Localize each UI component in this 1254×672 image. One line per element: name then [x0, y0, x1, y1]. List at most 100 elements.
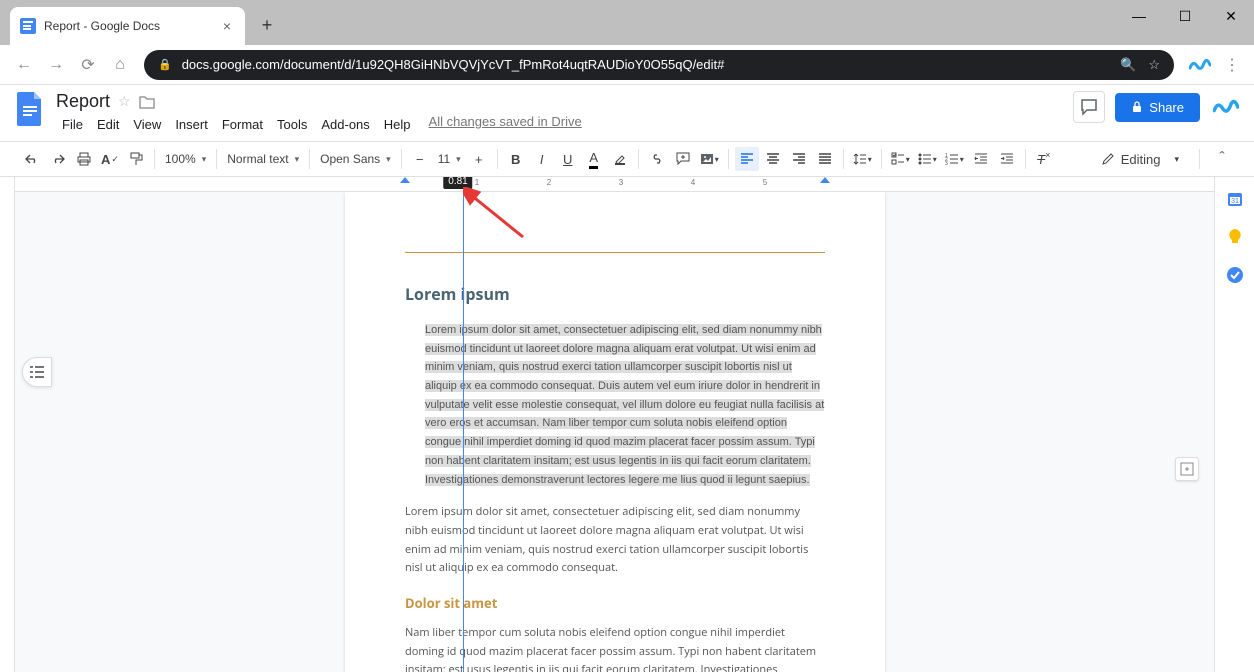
zoom-select[interactable]: 100% — [161, 152, 210, 166]
bold-button[interactable]: B — [504, 147, 528, 171]
paragraph-3[interactable]: Nam liber tempor cum soluta nobis eleife… — [405, 624, 825, 672]
text-color-button[interactable]: A — [582, 147, 606, 171]
explore-button[interactable] — [1175, 457, 1199, 481]
keep-icon[interactable] — [1225, 227, 1245, 247]
bulleted-list-button[interactable]: ▾ — [915, 147, 940, 171]
comments-button[interactable] — [1073, 91, 1105, 123]
tab-close-icon[interactable]: × — [219, 18, 235, 34]
italic-button[interactable]: I — [530, 147, 554, 171]
url-bar[interactable]: 🔒 docs.google.com/document/d/1u92QH8GiHN… — [144, 50, 1174, 80]
menu-addons[interactable]: Add-ons — [315, 114, 375, 135]
star-icon[interactable]: ☆ — [118, 93, 131, 110]
line-spacing-button[interactable]: ▾ — [850, 147, 875, 171]
home-button[interactable]: ⌂ — [104, 49, 136, 81]
horizontal-ruler[interactable]: 1 2 3 4 5 0.81 — [15, 177, 1214, 192]
spellcheck-button[interactable]: A✓ — [98, 147, 122, 171]
browser-tab[interactable]: Report - Google Docs × — [10, 7, 245, 45]
right-indent-marker[interactable] — [820, 177, 830, 183]
minimize-button[interactable]: — — [1116, 0, 1162, 32]
paragraph-1[interactable]: Lorem ipsum dolor sit amet, consectetuer… — [405, 321, 825, 489]
menu-view[interactable]: View — [127, 114, 167, 135]
menu-help[interactable]: Help — [378, 114, 417, 135]
print-button[interactable] — [72, 147, 96, 171]
menu-insert[interactable]: Insert — [169, 114, 214, 135]
menu-edit[interactable]: Edit — [91, 114, 125, 135]
heading-lorem-ipsum[interactable]: Lorem ipsum — [405, 283, 825, 305]
style-select[interactable]: Normal text — [223, 152, 303, 166]
tab-title: Report - Google Docs — [44, 19, 219, 33]
url-text: docs.google.com/document/d/1u92QH8GiHNbV… — [182, 57, 725, 72]
paragraph-2[interactable]: Lorem ipsum dolor sit amet, consectetuer… — [405, 503, 825, 578]
font-select[interactable]: Open Sans — [316, 152, 395, 166]
indent-guide-line — [463, 192, 464, 672]
menubar: File Edit View Insert Format Tools Add-o… — [56, 114, 582, 135]
pencil-icon — [1101, 152, 1115, 166]
share-label: Share — [1149, 100, 1184, 115]
font-size-select[interactable]: 11 — [434, 152, 465, 166]
paint-format-button[interactable] — [124, 147, 148, 171]
decrease-indent-button[interactable] — [969, 147, 993, 171]
browser-menu-icon[interactable]: ⋮ — [1218, 51, 1246, 79]
document-title[interactable]: Report — [56, 91, 110, 112]
close-window-button[interactable]: ✕ — [1208, 0, 1254, 32]
ruler-mark-2: 2 — [547, 178, 551, 187]
share-button[interactable]: Share — [1115, 93, 1200, 122]
insert-link-button[interactable] — [645, 147, 669, 171]
zoom-icon[interactable]: 🔍 — [1120, 57, 1136, 73]
menu-file[interactable]: File — [56, 114, 89, 135]
docs-header: Report ☆ File Edit View Insert Format To… — [0, 85, 1254, 141]
account-avatar[interactable] — [1210, 91, 1242, 123]
docs-logo-icon[interactable] — [12, 91, 48, 127]
undo-button[interactable] — [20, 147, 44, 171]
svg-text:3: 3 — [945, 161, 948, 166]
clear-formatting-button[interactable]: T× — [1032, 147, 1056, 171]
selected-text: Lorem ipsum dolor sit amet, consectetuer… — [425, 324, 824, 486]
document-page[interactable]: Lorem ipsum Lorem ipsum dolor sit amet, … — [345, 192, 885, 672]
back-button[interactable]: ← — [8, 49, 40, 81]
align-left-button[interactable] — [735, 147, 759, 171]
editing-mode-select[interactable]: Editing ▾ — [1091, 148, 1189, 171]
underline-button[interactable]: U — [556, 147, 580, 171]
font-size-increase[interactable]: + — [467, 147, 491, 171]
outline-toggle-button[interactable] — [22, 357, 52, 387]
maximize-button[interactable]: ☐ — [1162, 0, 1208, 32]
svg-text:31: 31 — [1231, 198, 1239, 205]
align-right-button[interactable] — [787, 147, 811, 171]
tasks-icon[interactable] — [1225, 265, 1245, 285]
docs-favicon — [20, 18, 36, 34]
heading-dolor-sit-amet[interactable]: Dolor sit amet — [405, 594, 825, 612]
ruler-mark-3: 3 — [619, 178, 623, 187]
side-panel: 31 — [1214, 177, 1254, 672]
menu-tools[interactable]: Tools — [271, 114, 313, 135]
move-folder-icon[interactable] — [139, 95, 155, 109]
align-justify-button[interactable] — [813, 147, 837, 171]
new-tab-button[interactable]: + — [253, 11, 281, 39]
save-status[interactable]: All changes saved in Drive — [429, 114, 582, 135]
menu-format[interactable]: Format — [216, 114, 269, 135]
horizontal-rule — [405, 252, 825, 253]
redo-button[interactable] — [46, 147, 70, 171]
docs-toolbar: A✓ 100% Normal text Open Sans − 11 + B I… — [0, 141, 1254, 177]
extension-icon[interactable] — [1186, 51, 1214, 79]
font-size-decrease[interactable]: − — [408, 147, 432, 171]
vertical-ruler[interactable] — [0, 177, 15, 672]
first-line-indent-marker[interactable] — [400, 177, 410, 183]
hide-menus-button[interactable]: ˆ — [1210, 147, 1234, 171]
bookmark-icon[interactable]: ☆ — [1148, 57, 1160, 73]
insert-comment-button[interactable] — [671, 147, 695, 171]
document-scroll-area[interactable]: 1 2 3 4 5 0.81 Lorem ipsum Lorem ipsum d… — [15, 177, 1214, 672]
editing-mode-label: Editing — [1121, 152, 1161, 167]
highlight-button[interactable] — [608, 147, 632, 171]
ruler-mark-1: 1 — [475, 178, 479, 187]
numbered-list-button[interactable]: 123▾ — [942, 147, 967, 171]
insert-image-button[interactable]: ▾ — [697, 147, 722, 171]
align-center-button[interactable] — [761, 147, 785, 171]
calendar-icon[interactable]: 31 — [1225, 189, 1245, 209]
reload-button[interactable]: ⟳ — [72, 49, 104, 81]
forward-button[interactable]: → — [40, 49, 72, 81]
browser-titlebar: Report - Google Docs × + — ☐ ✕ — [0, 0, 1254, 45]
checklist-button[interactable]: ▾ — [888, 147, 913, 171]
browser-toolbar: ← → ⟳ ⌂ 🔒 docs.google.com/document/d/1u9… — [0, 45, 1254, 85]
window-controls: — ☐ ✕ — [1116, 0, 1254, 32]
increase-indent-button[interactable] — [995, 147, 1019, 171]
